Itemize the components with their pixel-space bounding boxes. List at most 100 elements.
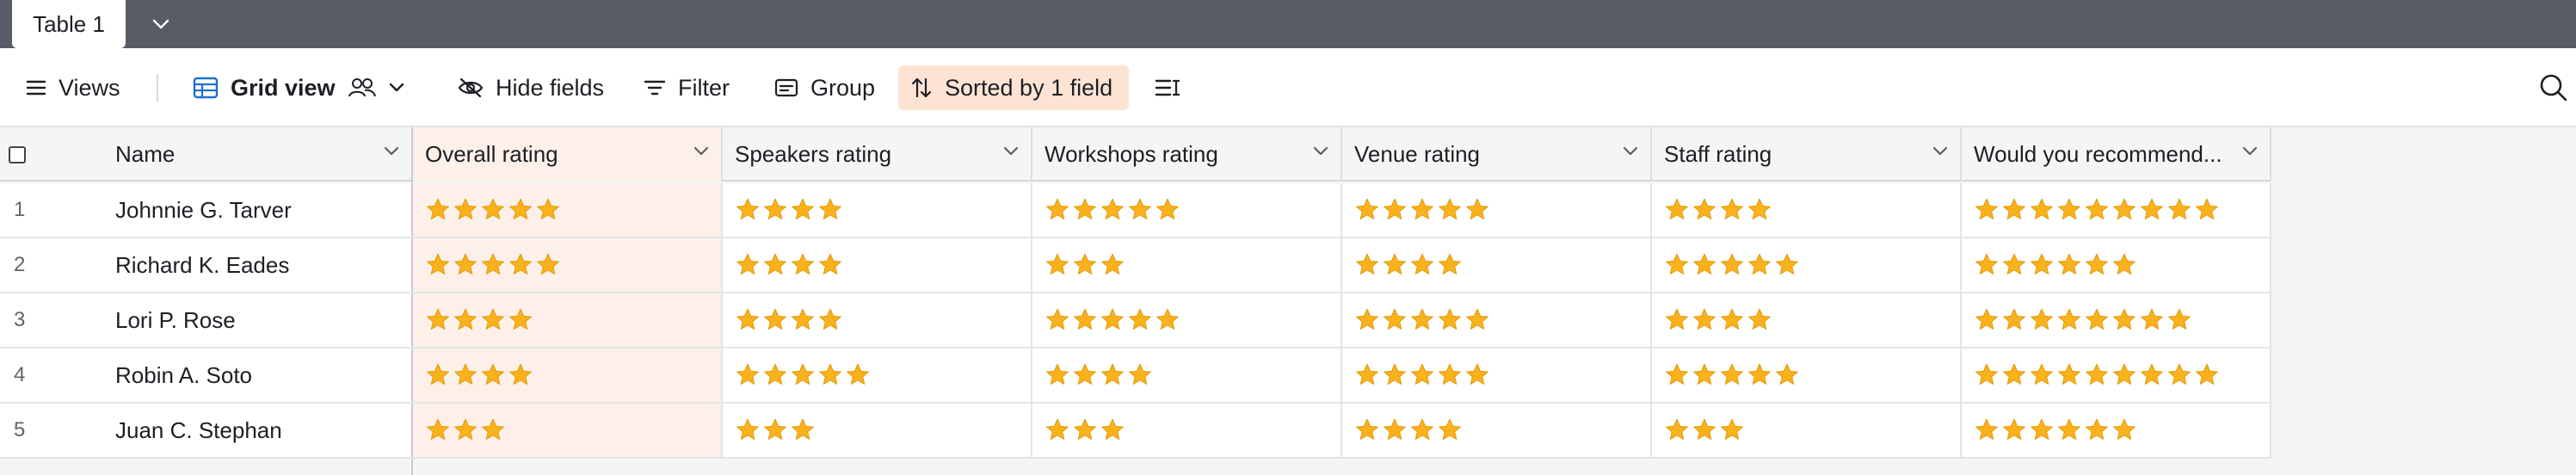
star-icon [1439,418,1461,440]
venue-rating-cell[interactable] [1342,404,1652,457]
hide-fields-button[interactable]: Hide fields [446,65,616,110]
column-header-would-you-recommend[interactable]: Would you recommend... [1962,127,2271,182]
star-icon [454,308,477,330]
table-row[interactable]: 5 Juan C. Stephan [0,404,2271,459]
column-header-venue-rating[interactable]: Venue rating [1342,127,1652,182]
workshops-rating-cell[interactable] [1032,349,1342,402]
group-button[interactable]: Group [762,65,887,110]
star-icon [1046,198,1069,219]
speakers-rating-cell[interactable] [723,293,1032,347]
star-icon [1384,308,1406,330]
chevron-down-icon[interactable] [1932,146,1948,157]
star-icon [1693,308,1716,330]
star-icon [764,308,786,330]
sort-button[interactable]: Sorted by 1 field [898,65,1129,110]
name-cell[interactable]: Richard K. Eades [103,238,413,292]
column-header-staff-rating[interactable]: Staff rating [1652,127,1962,182]
overall-rating-cell[interactable] [413,349,723,402]
table-menu-button[interactable] [141,0,181,48]
star-icon [1721,418,1743,440]
star-rating [1045,307,1180,333]
workshops-rating-cell[interactable] [1032,183,1342,237]
star-icon [427,418,449,440]
filter-label: Filter [678,74,730,101]
venue-rating-cell[interactable] [1342,183,1652,237]
star-icon [2058,198,2080,219]
staff-rating-cell[interactable] [1652,404,1962,457]
chevron-down-icon[interactable] [1623,146,1638,157]
star-icon [1776,363,1798,385]
workshops-rating-cell[interactable] [1032,404,1342,457]
star-icon [1693,418,1716,440]
name-cell[interactable]: Robin A. Soto [103,349,413,402]
select-all-checkbox[interactable] [9,146,26,163]
search-button[interactable] [2536,71,2571,105]
overall-rating-cell[interactable] [413,238,723,292]
overall-rating-cell[interactable] [413,183,723,237]
star-icon [1411,253,1433,275]
staff-rating-cell[interactable] [1652,349,1962,402]
name-cell[interactable]: Lori P. Rose [103,293,413,347]
chevron-down-icon[interactable] [1313,146,1328,157]
speakers-rating-cell[interactable] [723,404,1032,457]
name-cell[interactable]: Johnnie G. Tarver [103,183,413,237]
venue-rating-cell[interactable] [1342,238,1652,292]
star-icon [2168,308,2191,330]
speakers-rating-cell[interactable] [723,349,1032,402]
column-header-name[interactable]: Name [103,127,413,182]
recommend-rating-cell[interactable] [1962,349,2271,402]
star-icon [792,308,814,330]
header-select-cell [0,127,103,182]
tab-table-1[interactable]: Table 1 [12,0,126,48]
star-rating [425,197,561,223]
recommend-rating-cell[interactable] [1962,238,2271,292]
star-icon [2031,418,2053,440]
speakers-rating-cell[interactable] [723,238,1032,292]
records-grid: Name Overall rating Speakers rating Work… [0,127,2576,475]
row-height-button[interactable] [1143,65,1192,110]
filter-button[interactable]: Filter [632,65,742,110]
star-icon [2113,253,2135,275]
table-row[interactable]: 1 Johnnie G. Tarver [0,183,2271,238]
recommend-rating-cell[interactable] [1962,293,2271,347]
star-rating [1045,252,1125,278]
speakers-rating-cell[interactable] [723,183,1032,237]
star-icon [792,418,814,440]
workshops-rating-cell[interactable] [1032,293,1342,347]
staff-rating-cell[interactable] [1652,293,1962,347]
venue-rating-cell[interactable] [1342,349,1652,402]
star-rating [1974,417,2137,443]
table-row[interactable]: 2 Richard K. Eades [0,238,2271,293]
staff-rating-cell[interactable] [1652,183,1962,237]
staff-rating-cell[interactable] [1652,238,1962,292]
table-row[interactable]: 3 Lori P. Rose [0,293,2271,349]
venue-rating-cell[interactable] [1342,293,1652,347]
name-cell[interactable]: Juan C. Stephan [103,404,413,457]
chevron-down-icon[interactable] [1003,146,1019,157]
star-icon [509,198,532,219]
chevron-down-icon[interactable] [693,146,709,157]
table-row[interactable]: 4 Robin A. Soto [0,349,2271,404]
chevron-down-icon[interactable] [384,146,399,157]
views-button[interactable]: Views [14,65,132,110]
hide-fields-label: Hide fields [496,74,605,101]
star-icon [1975,253,1998,275]
row-number: 4 [14,363,26,386]
overall-rating-cell[interactable] [413,404,723,457]
star-icon [454,253,477,275]
column-header-workshops-rating[interactable]: Workshops rating [1032,127,1342,182]
star-icon [1356,308,1378,330]
column-header-speakers-rating[interactable]: Speakers rating [723,127,1032,182]
recommend-rating-cell[interactable] [1962,183,2271,237]
column-header-label: Speakers rating [735,141,892,167]
recommend-rating-cell[interactable] [1962,404,2271,457]
star-icon [454,363,477,385]
overall-rating-cell[interactable] [413,293,723,347]
workshops-rating-cell[interactable] [1032,238,1342,292]
star-icon [2031,253,2053,275]
star-icon [1074,253,1096,275]
chevron-down-icon[interactable] [2242,146,2258,157]
star-icon [2113,308,2135,330]
column-header-overall-rating[interactable]: Overall rating [413,127,723,182]
grid-view-switcher[interactable]: Grid view [181,65,416,110]
